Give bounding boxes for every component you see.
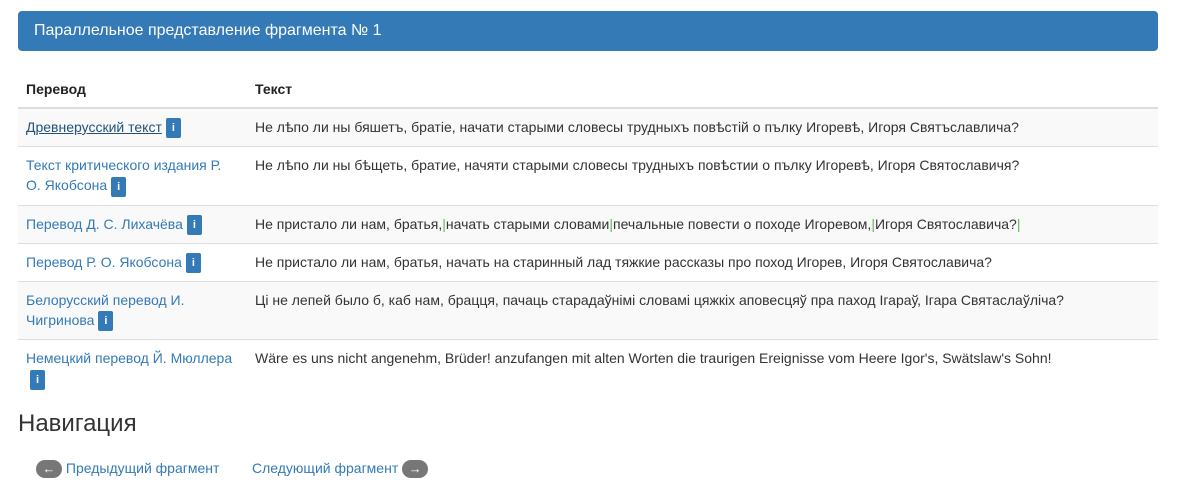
- segment-separator: |: [1016, 215, 1021, 232]
- table-row: Перевод Д. С. Лихачёва i Не пристало ли н…: [18, 204, 1158, 244]
- arrow-left-icon: ←: [36, 460, 62, 479]
- info-icon[interactable]: i: [165, 118, 181, 139]
- table-row: Немецкий перевод Й. Мюллера i Wäre es uns…: [18, 339, 1158, 398]
- translation-cell: Перевод Р. О. Якобсона i: [18, 242, 247, 282]
- parallel-table: Перевод Текст Древнерусский текст i Не лѣ…: [18, 71, 1158, 398]
- info-icon[interactable]: i: [111, 176, 127, 197]
- next-fragment-label: Следующий фрагмент: [252, 460, 399, 476]
- previous-fragment-link[interactable]: ← Предыдущий фрагмент: [36, 458, 220, 479]
- text-cell: Не лѣпо ли ны бяшетъ, братіе, начати ста…: [247, 107, 1158, 147]
- info-icon[interactable]: i: [185, 253, 201, 274]
- navigation-title: Навигация: [18, 410, 137, 437]
- info-icon[interactable]: i: [186, 214, 202, 235]
- table-row: Белорусский перевод И. Чигринова i Ці не …: [18, 281, 1158, 340]
- translation-link[interactable]: Перевод Р. О. Якобсона: [26, 254, 182, 270]
- table-row: Текст критического издания Р. О. Якобсон…: [18, 146, 1158, 206]
- translation-link[interactable]: Перевод Д. С. Лихачёва: [26, 216, 183, 232]
- arrow-right-icon: →: [402, 460, 429, 479]
- page-title: Параллельное представление фрагмента № 1: [34, 22, 382, 39]
- column-header-translation: Перевод: [18, 71, 247, 109]
- text-cell: Не пристало ли нам, братья, | начать стары…: [247, 204, 1158, 244]
- translation-cell: Белорусский перевод И. Чигринова i: [18, 281, 247, 340]
- translation-cell: Немецкий перевод Й. Мюллера i: [18, 339, 247, 398]
- panel-heading: Параллельное представление фрагмента № 1: [18, 11, 1158, 51]
- translation-cell: Текст критического издания Р. О. Якобсон…: [18, 146, 247, 206]
- previous-fragment-label: Предыдущий фрагмент: [65, 460, 220, 476]
- text-cell: Ці не лепей было б, каб нам, брацця, пач…: [247, 281, 1158, 340]
- text-segment: печальные повести о походе Игоревом,: [613, 215, 872, 232]
- text-cell: Не пристало ли нам, братья, начать на ст…: [247, 242, 1158, 282]
- table-row: Древнерусский текст i Не лѣпо ли ны бяшет…: [18, 107, 1158, 147]
- translation-cell: Древнерусский текст i: [18, 107, 247, 147]
- next-fragment-link[interactable]: Следующий фрагмент →: [252, 458, 429, 479]
- translation-cell: Перевод Д. С. Лихачёва i: [18, 204, 247, 244]
- text-segment: Не пристало ли нам, братья,: [255, 215, 443, 232]
- table-header-row: Перевод Текст: [18, 71, 1158, 109]
- text-cell: Wäre es uns nicht angenehm, Brüder! anzu…: [247, 339, 1158, 398]
- column-header-text: Текст: [247, 71, 1158, 109]
- table-row: Перевод Р. О. Якобсона i Не пристало ли н…: [18, 242, 1158, 282]
- info-icon[interactable]: i: [98, 311, 114, 332]
- translation-link[interactable]: Немецкий перевод Й. Мюллера: [26, 350, 232, 366]
- text-segment: начать старыми словами: [445, 215, 610, 232]
- text-cell: Не лѣпо ли ны бѣщеть, братие, начяти ста…: [247, 146, 1158, 206]
- translation-link[interactable]: Древнерусский текст: [26, 119, 162, 135]
- info-icon[interactable]: i: [30, 369, 45, 390]
- text-segment: Игоря Святославича?: [874, 215, 1017, 232]
